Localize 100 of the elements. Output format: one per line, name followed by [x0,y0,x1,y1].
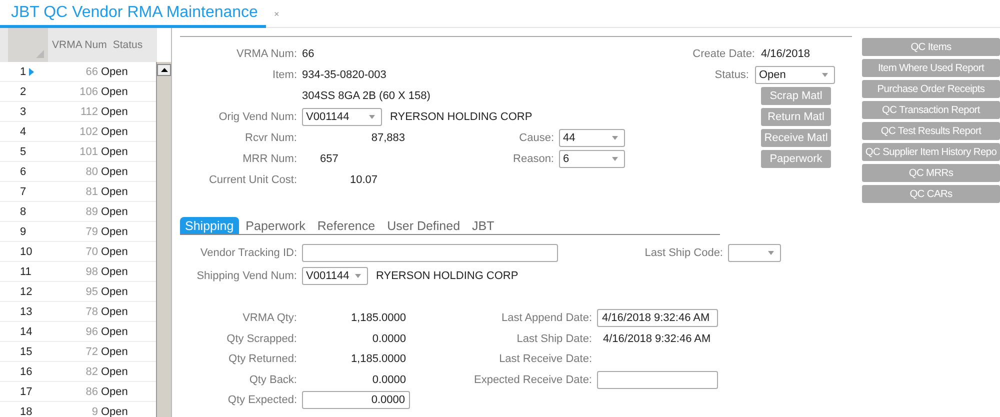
scroll-up-button[interactable] [157,64,171,76]
row-header[interactable]: 8 [0,206,34,218]
table-cell-text: 78 [84,306,98,318]
table-cell-text: 98 [84,266,98,278]
table-cell-text: 102 [78,126,98,138]
input-field[interactable] [302,244,558,262]
table-cell-text: 95 [84,286,98,298]
field-label: Status: [714,68,750,80]
table-cell-text: 81 [84,186,98,198]
field-label: Cause: [518,132,555,144]
caret-icon [821,72,829,76]
table-cell-text: Open [100,266,128,278]
field-value: 657 [319,152,338,164]
field-label: Expected Receive Date: [472,374,593,386]
field-value: 934-35-0820-003 [302,68,386,80]
column-header[interactable]: Status [106,39,143,51]
field-value: 1,185.0000 [350,312,407,324]
field-label: Create Date: [692,48,756,60]
row-header[interactable]: 1 [0,66,34,78]
row-header[interactable]: 5 [0,146,34,158]
field-label: Reason: [512,152,555,164]
input-field[interactable] [597,370,718,389]
field-label: Rcvr Num: [244,132,298,144]
current-row-icon [29,68,34,76]
table-cell-text: Open [100,306,128,318]
row-header[interactable]: 16 [0,366,34,378]
table-cell-text: 106 [78,86,98,98]
field-value: 1,185.0000 [350,353,407,366]
dropdown[interactable]: 6 [559,150,625,168]
dropdown[interactable] [728,244,781,262]
field-label: Last Receive Date: [498,353,593,366]
row-header[interactable]: 3 [0,106,34,118]
table-cell-text: 96 [84,326,98,338]
vendor-name: RYERSON HOLDING CORP [375,270,518,282]
field-label: Qty Expected: [226,394,298,406]
tab[interactable]: JBT [467,217,500,234]
field-label: Orig Vend Num: [218,110,298,122]
corner-triangle-icon [36,50,44,58]
table-cell-text: 80 [84,166,98,178]
field-label: Vendor Tracking ID: [199,246,298,258]
row-header[interactable]: 6 [0,166,34,178]
field-label: Qty Back: [248,374,298,386]
field-value: 4/16/2018 [761,48,810,60]
table-cell-text: Open [100,286,128,298]
row-header[interactable]: 2 [0,86,34,98]
field-value: 0.0000 [371,374,407,386]
table-cell-text: Open [100,326,128,338]
item-description: 304SS 8GA 2B (60 X 158) [302,90,430,102]
field-label: Last Ship Date: [516,332,593,345]
input-field[interactable]: 4/16/2018 9:32:46 AM [597,309,718,328]
row-header[interactable]: 12 [0,286,34,298]
table-cell-text: Open [100,386,128,398]
vendor-name: RYERSON HOLDING CORP [389,110,532,122]
dropdown[interactable]: V001144 [302,266,368,284]
row-header[interactable]: 10 [0,246,34,258]
table-cell-text: Open [100,106,128,118]
field-value: 10.07 [349,174,378,186]
field-label: Current Unit Cost: [208,174,298,186]
tab[interactable]: Reference [312,217,380,234]
field-value: 66 [302,48,314,60]
row-header[interactable]: 18 [0,406,34,417]
row-header[interactable]: 15 [0,346,34,358]
dropdown[interactable]: Open [755,66,835,84]
field-label: Last Append Date: [500,312,593,324]
table-cell-text: 66 [84,66,98,78]
tab[interactable]: Paperwork [240,217,310,234]
field-label: Qty Scrapped: [226,332,298,345]
row-header[interactable]: 13 [0,306,34,318]
row-header[interactable]: 14 [0,326,34,338]
field-value: 4/16/2018 9:32:46 AM [602,332,711,345]
table-cell-text: 70 [84,246,98,258]
dropdown[interactable]: 44 [559,128,625,146]
table-cell-text: 112 [79,106,98,118]
table-cell-text: 86 [84,386,98,398]
row-header[interactable]: 9 [0,226,34,238]
caret-icon [611,156,619,160]
row-header[interactable]: 17 [0,386,34,398]
table-cell-text: 79 [84,226,98,238]
table-cell-text: Open [100,406,128,417]
table-cell-text: 101 [78,146,98,158]
column-header[interactable]: VRMA Num [48,39,107,51]
table-cell-text: Open [100,226,128,238]
table-cell-text: Open [100,246,128,258]
row-header[interactable]: 7 [0,186,34,198]
table-cell-text: 89 [84,206,98,218]
table-cell-text: Open [100,126,128,138]
field-label: Qty Returned: [228,353,298,366]
table-cell-text: Open [100,206,128,218]
field-label: Item: [272,68,298,80]
row-header[interactable]: 11 [0,266,34,278]
input-field[interactable]: 0.0000 [302,391,410,410]
table-cell-text: Open [100,166,128,178]
caret-icon [354,274,362,278]
up-arrow-icon [160,68,168,72]
row-header[interactable]: 4 [0,126,34,138]
dropdown[interactable]: V001144 [302,108,382,126]
field-label: MRR Num: [242,152,298,164]
scrollbar[interactable] [156,62,171,417]
tab[interactable]: User Defined [382,217,466,234]
caret-icon [767,250,775,254]
